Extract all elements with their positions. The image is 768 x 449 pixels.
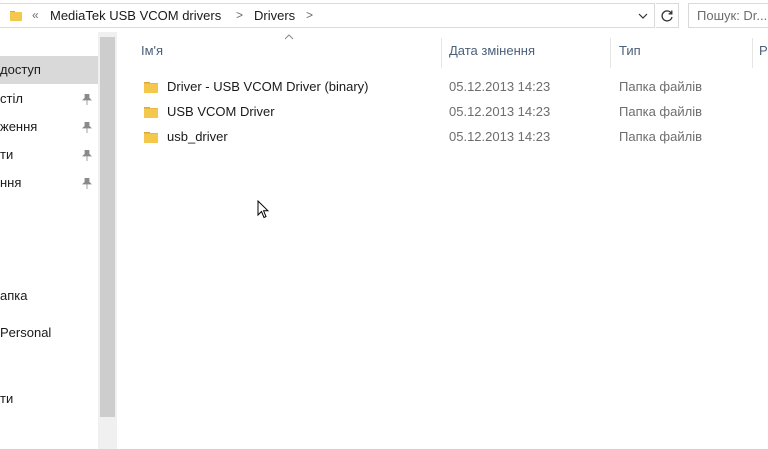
nav-item-personal[interactable]: Personal [0,319,98,347]
folder-icon [144,82,158,93]
column-divider[interactable] [610,38,611,68]
breadcrumb-segment-current[interactable]: Drivers [254,8,295,23]
nav-scrollbar-thumb[interactable] [100,37,115,417]
nav-item-label: ти [0,147,14,162]
folder-icon [144,132,158,143]
refresh-button[interactable] [656,3,679,28]
mouse-cursor-icon [257,200,269,219]
nav-item-pictures[interactable]: ння [0,169,98,197]
overflow-chevron[interactable]: « [32,8,39,22]
chevron-right-icon[interactable]: > [306,8,313,22]
nav-item-label: ти [0,391,14,406]
nav-item-documents[interactable]: ти [0,141,98,169]
column-header-size[interactable]: Р [759,43,768,58]
nav-item-truncated[interactable] [0,225,98,253]
nav-item-desktop[interactable]: стіл [0,85,98,113]
chevron-right-icon[interactable]: > [236,8,243,22]
column-header-type[interactable]: Тип [619,43,641,58]
nav-item-label: доступ [0,62,41,77]
nav-item-folder[interactable]: апка [0,282,98,310]
file-type: Папка файлів [619,104,702,119]
toolbar: « MediaTek USB VCOM drivers > Drivers > … [0,0,768,32]
nav-item-label: стіл [0,91,23,106]
file-row[interactable]: USB VCOM Driver 05.12.2013 14:23 Папка ф… [138,100,768,125]
column-header-name[interactable]: Ім'я [141,43,163,58]
file-row[interactable]: usb_driver 05.12.2013 14:23 Папка файлів [138,125,768,150]
file-row[interactable]: Driver - USB VCOM Driver (binary) 05.12.… [138,75,768,100]
address-bar[interactable]: « MediaTek USB VCOM drivers > Drivers > [0,3,655,28]
navigation-pane: доступ стіл ження ти ння апка Personal т… [0,32,118,449]
search-input[interactable]: Пошук: Dr... [688,3,768,28]
folder-icon [144,107,158,118]
nav-item-label: ння [0,175,22,190]
nav-item-label: ження [0,119,38,134]
pin-icon [82,122,92,133]
file-date: 05.12.2013 14:23 [449,129,551,144]
file-list: Ім'я Дата змінення Тип Р Driver - USB VC… [118,32,768,449]
file-name: USB VCOM Driver [167,104,275,119]
nav-item-label: апка [0,288,28,303]
file-type: Папка файлів [619,79,702,94]
file-date: 05.12.2013 14:23 [449,104,551,119]
sort-up-icon [284,34,294,40]
column-header-date[interactable]: Дата змінення [449,43,535,58]
pin-icon [82,178,92,189]
column-divider[interactable] [441,38,442,68]
nav-scrollbar[interactable] [98,32,117,449]
pin-icon [82,94,92,105]
nav-item-label: Personal [0,325,52,340]
breadcrumb-segment-parent[interactable]: MediaTek USB VCOM drivers [50,8,221,23]
nav-item-documents-2[interactable]: ти [0,385,98,413]
file-date: 05.12.2013 14:23 [449,79,551,94]
file-type: Папка файлів [619,129,702,144]
file-name: usb_driver [167,129,228,144]
file-name: Driver - USB VCOM Driver (binary) [167,79,369,94]
folder-icon [10,11,22,21]
nav-item-downloads[interactable]: ження [0,113,98,141]
chevron-down-icon[interactable] [638,12,648,20]
nav-item-quick-access[interactable]: доступ [0,56,98,84]
pin-icon [82,150,92,161]
refresh-icon [661,10,673,22]
column-divider[interactable] [752,38,753,68]
